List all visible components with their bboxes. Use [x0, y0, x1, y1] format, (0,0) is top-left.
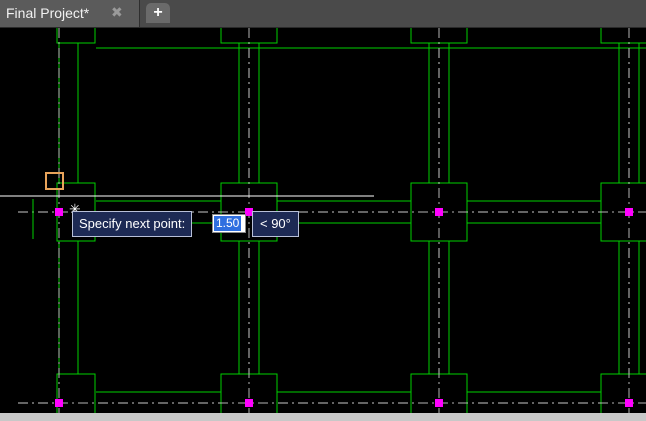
grip [245, 399, 253, 407]
grip [435, 208, 443, 216]
close-icon[interactable]: ✖ [111, 4, 123, 20]
grip [55, 399, 63, 407]
status-strip [0, 413, 646, 421]
tab-final-project[interactable]: Final Project* ✖ [0, 0, 140, 27]
column-pad [600, 373, 646, 413]
plus-icon[interactable]: + [146, 3, 170, 23]
distance-input[interactable]: 1.50 [212, 214, 246, 233]
dynamic-input-prompt: Specify next point: [72, 211, 193, 237]
grip [435, 399, 443, 407]
file-tab-bar: Final Project* ✖ + [0, 0, 646, 28]
column-pad [600, 28, 646, 44]
grip [625, 399, 633, 407]
grip [625, 208, 633, 216]
angle-readout[interactable]: < 90° [252, 211, 299, 237]
grip [55, 208, 63, 216]
cad-application: Final Project* ✖ + ✳ Specify next point:… [0, 0, 646, 421]
distance-value[interactable]: 1.50 [214, 216, 242, 231]
column-pad [56, 28, 96, 44]
column-pad [56, 373, 96, 413]
endpoint-snap-icon [45, 172, 64, 190]
tab-label: Final Project* [6, 5, 90, 21]
